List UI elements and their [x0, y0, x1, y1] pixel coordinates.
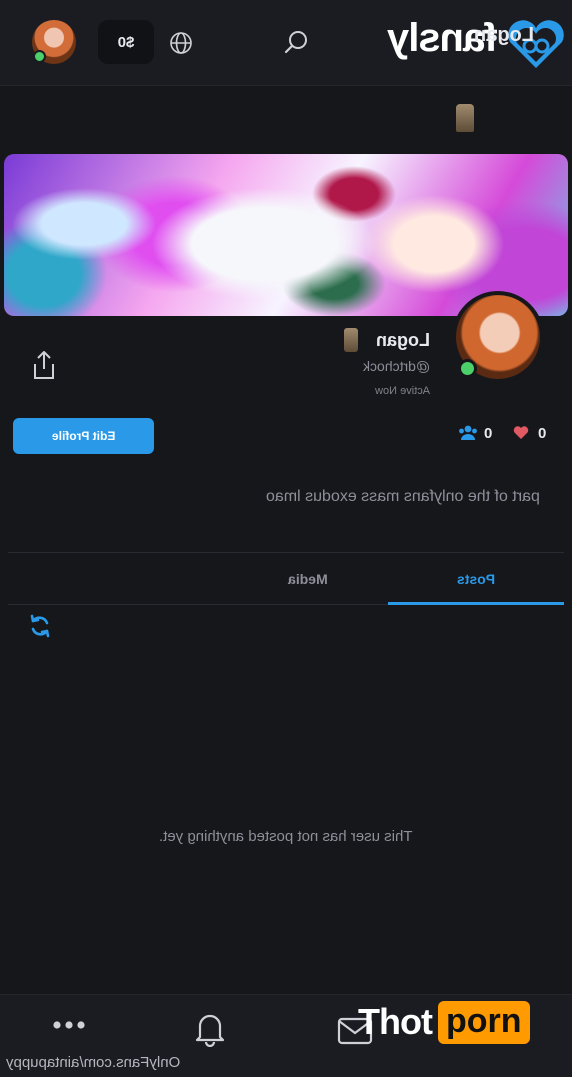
profile-tabs: Media Posts	[8, 553, 564, 605]
bell-icon[interactable]	[194, 1011, 226, 1047]
edit-profile-button[interactable]: Edit Profile	[13, 418, 154, 454]
more-dots-icon[interactable]	[52, 1018, 86, 1032]
edit-profile-label: Edit Profile	[51, 429, 116, 443]
followers-count[interactable]: 0	[484, 425, 492, 442]
profile-online-dot	[458, 359, 477, 378]
active-tab-indicator	[388, 602, 564, 605]
watermark-thot: Thot	[358, 1001, 433, 1042]
refresh-icon[interactable]	[28, 614, 52, 638]
share-icon[interactable]	[32, 350, 56, 380]
tab-posts-label: Posts	[456, 571, 496, 587]
profile-bio: part of the onlyfans mass exodus lmao	[266, 488, 540, 505]
empty-posts-text: This user has not posted anything yet.	[159, 828, 413, 845]
profile-banner	[4, 154, 568, 316]
profile-header-row	[0, 86, 572, 152]
page-title: Logan	[474, 24, 534, 46]
wallet-balance: $0	[117, 33, 135, 51]
watermark-logo: Thot porn	[358, 997, 530, 1047]
followers-icon	[459, 425, 477, 440]
moai-emoji-icon	[456, 104, 474, 132]
globe-icon[interactable]	[169, 31, 193, 55]
moai-emoji-icon	[344, 328, 358, 352]
search-icon[interactable]	[283, 30, 309, 56]
profile-display-name: Logan	[376, 330, 430, 350]
empty-posts-message: This user has not posted anything yet.	[0, 828, 572, 845]
watermark-porn: porn	[437, 1000, 530, 1044]
likes-count[interactable]: 0	[538, 425, 546, 442]
heart-icon	[513, 426, 529, 439]
tab-posts[interactable]: Posts	[388, 553, 564, 605]
profile-handle: @drtchock	[362, 358, 430, 374]
tab-media-label: Media	[288, 571, 328, 587]
watermark-url: OnlyFans.com/aintapuppy	[6, 1054, 181, 1071]
online-status-dot	[33, 50, 46, 63]
tab-media[interactable]: Media	[220, 553, 396, 605]
wallet-balance-button[interactable]: $0	[98, 20, 154, 64]
activity-status: Active Now	[374, 385, 430, 397]
